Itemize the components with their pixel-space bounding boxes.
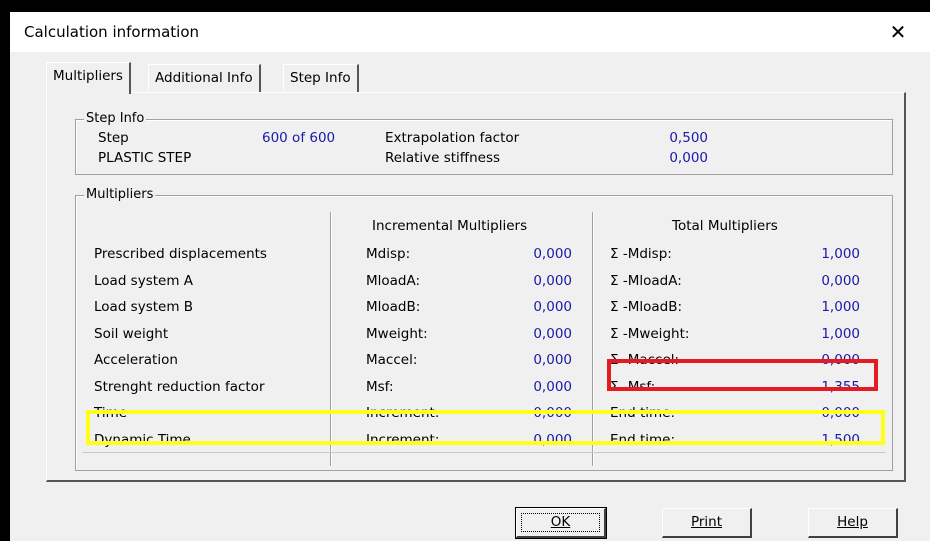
help-button[interactable]: Help xyxy=(808,508,898,538)
multipliers-legend: Multipliers xyxy=(84,187,156,202)
msf-highlight-box xyxy=(607,359,878,391)
total-value: 1,000 xyxy=(821,326,860,342)
incremental-value: 0,000 xyxy=(533,326,572,342)
incremental-multipliers-header: Incremental Multipliers xyxy=(372,218,528,234)
tab-step-info[interactable]: Step Info xyxy=(283,64,359,92)
incremental-label: Msf: xyxy=(366,379,394,395)
incremental-label: MloadB: xyxy=(366,299,421,315)
total-label: Σ -Mweight: xyxy=(610,326,690,342)
plastic-step-label: PLASTIC STEP xyxy=(98,150,192,166)
incremental-value: 0,000 xyxy=(533,379,572,395)
step-label: Step xyxy=(98,130,129,146)
tab-step-info-label: Step Info xyxy=(290,70,351,86)
tab-additional-info-label: Additional Info xyxy=(155,70,253,86)
close-icon[interactable]: ✕ xyxy=(883,18,913,46)
total-value: 0,000 xyxy=(821,273,860,289)
dialog-title: Calculation information xyxy=(24,23,200,41)
total-multipliers-header: Total Multipliers xyxy=(672,218,778,234)
incremental-value: 0,000 xyxy=(533,352,572,368)
help-button-label: Help xyxy=(837,514,868,530)
incremental-label: Mweight: xyxy=(366,326,428,342)
total-label: Σ -MloadB: xyxy=(610,299,683,315)
print-button[interactable]: Print xyxy=(662,508,752,538)
tab-additional-info[interactable]: Additional Info xyxy=(148,64,261,92)
calculation-information-dialog: Calculation information ✕ Multipliers Ad… xyxy=(10,12,930,541)
table-bottom-divider xyxy=(82,452,886,453)
relative-stiffness-label: Relative stiffness xyxy=(385,150,501,166)
title-bar: Calculation information ✕ xyxy=(10,12,930,52)
tab-multipliers[interactable]: Multipliers xyxy=(46,62,131,94)
total-label: Σ -MloadA: xyxy=(610,273,682,289)
multiplier-name: Soil weight xyxy=(94,326,169,342)
total-value: 1,000 xyxy=(821,246,860,262)
total-value: 1,000 xyxy=(821,299,860,315)
extrapolation-factor-value: 0,500 xyxy=(669,130,708,146)
step-info-legend: Step Info xyxy=(84,111,147,126)
extrapolation-factor-label: Extrapolation factor xyxy=(385,130,520,146)
incremental-label: MloadA: xyxy=(366,273,421,289)
print-button-label: Print xyxy=(690,514,723,530)
multiplier-name: Load system B xyxy=(94,299,194,315)
multiplier-name: Prescribed displacements xyxy=(94,246,267,262)
ok-button[interactable]: OK xyxy=(515,507,607,539)
incremental-value: 0,000 xyxy=(533,246,572,262)
multiplier-name: Acceleration xyxy=(94,352,178,368)
total-label: Σ -Mdisp: xyxy=(610,246,672,262)
incremental-label: Mdisp: xyxy=(366,246,411,262)
step-value: 600 of 600 xyxy=(262,130,336,146)
incremental-label: Maccel: xyxy=(366,352,418,368)
relative-stiffness-value: 0,000 xyxy=(669,150,708,166)
tab-multipliers-label: Multipliers xyxy=(53,68,123,84)
ok-focus-ring xyxy=(521,513,600,532)
step-info-group: Step Info Step 600 of 600 PLASTIC STEP E… xyxy=(75,111,893,175)
incremental-value: 0,000 xyxy=(533,299,572,315)
dynamic-time-highlight-box xyxy=(86,410,885,445)
incremental-value: 0,000 xyxy=(533,273,572,289)
multiplier-name: Load system A xyxy=(94,273,194,289)
multiplier-name: Strenght reduction factor xyxy=(94,379,265,395)
